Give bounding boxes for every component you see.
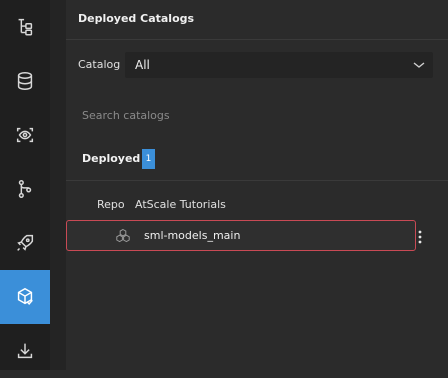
model-name: sml-models_main <box>144 229 241 242</box>
model-row[interactable]: sml-models_main <box>66 220 416 251</box>
nav-item-deploy[interactable] <box>0 216 50 270</box>
download-icon <box>17 343 33 359</box>
tree-structure-icon <box>18 18 33 36</box>
section-title: Deployed <box>82 152 141 165</box>
count-badge: 1 <box>142 149 155 169</box>
nav-rail <box>0 0 50 370</box>
chevron-down-icon <box>413 62 425 68</box>
catalog-select[interactable]: All <box>125 52 433 78</box>
repo-label: Repo <box>97 198 125 211</box>
package-check-icon <box>17 287 33 305</box>
nav-item-deployed-catalogs[interactable] <box>0 270 50 324</box>
rocket-icon <box>17 234 34 251</box>
section-divider <box>66 180 448 181</box>
cubes-icon <box>116 228 130 243</box>
search-input[interactable] <box>80 104 424 126</box>
nav-item-preview[interactable] <box>0 108 50 162</box>
panel-gutter <box>50 0 66 370</box>
catalog-label: Catalog <box>78 58 121 71</box>
repo-name: AtScale Tutorials <box>135 198 226 211</box>
git-branch-icon <box>18 180 32 198</box>
catalog-select-value: All <box>135 58 150 72</box>
panel-title: Deployed Catalogs <box>78 12 195 25</box>
nav-item-data[interactable] <box>0 54 50 108</box>
header-divider <box>66 39 448 40</box>
database-icon <box>17 72 33 90</box>
nav-item-branches[interactable] <box>0 162 50 216</box>
more-options-icon[interactable] <box>414 229 426 245</box>
deployed-catalogs-panel: Deployed Catalogs Catalog All Deployed 1… <box>66 0 448 370</box>
eye-icon <box>16 127 34 143</box>
nav-item-structure[interactable] <box>0 0 50 54</box>
